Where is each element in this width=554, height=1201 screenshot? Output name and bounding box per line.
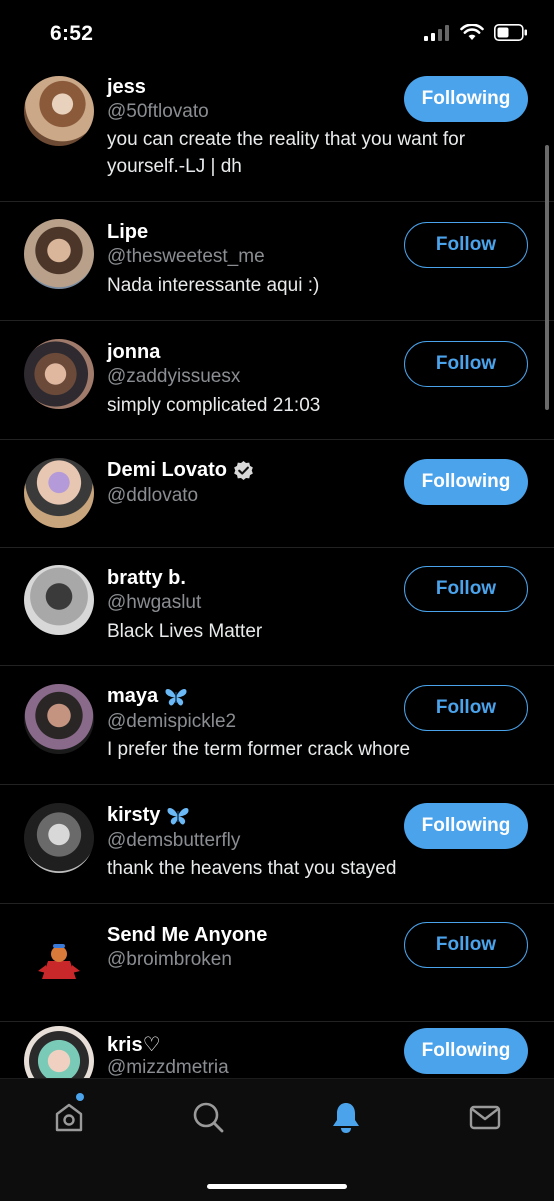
avatar[interactable] (24, 1026, 94, 1078)
list-item[interactable]: kirsty @demsbutterfly thank the heavens … (0, 785, 554, 904)
butterfly-emoji-icon (167, 807, 189, 825)
avatar[interactable] (24, 219, 94, 289)
display-name: jess (107, 76, 146, 98)
follow-button[interactable]: Follow (404, 341, 528, 387)
following-button[interactable]: Following (404, 76, 528, 122)
follow-button[interactable]: Follow (404, 922, 528, 968)
messages-icon (469, 1105, 501, 1130)
tab-search[interactable] (188, 1097, 228, 1137)
display-name: maya (107, 685, 188, 708)
home-notification-dot (76, 1093, 84, 1101)
display-name: jonna (107, 341, 161, 363)
bio: thank the heavens that you stayed (107, 858, 397, 879)
list-item[interactable]: jonna @zaddyissuesx simply complicated 2… (0, 321, 554, 440)
display-name: Send Me Anyone (107, 924, 268, 946)
username: @ddlovato (107, 485, 199, 506)
tab-bar (0, 1078, 554, 1201)
bio: simply complicated 21:03 (107, 395, 321, 416)
avatar[interactable] (24, 565, 94, 635)
home-indicator (207, 1184, 347, 1189)
bio: Black Lives Matter (107, 621, 263, 642)
username: @demsbutterfly (107, 830, 241, 851)
avatar[interactable] (24, 76, 94, 146)
list-item[interactable]: Demi Lovato @ddlovato Following (0, 440, 554, 548)
list-item[interactable]: maya @demispickle2 I prefer the term for… (0, 666, 554, 785)
display-name: Lipe (107, 221, 149, 243)
list-item[interactable]: kris♡ @mizzdmetria Following (0, 1022, 554, 1078)
username: @hwgaslut (107, 592, 202, 613)
avatar[interactable] (24, 684, 94, 754)
username: @broimbroken (107, 949, 232, 970)
list-item[interactable]: bratty b. @hwgaslut Black Lives Matter F… (0, 547, 554, 666)
display-name: bratty b. (107, 567, 186, 589)
status-icons (424, 24, 528, 41)
username: @mizzdmetria (107, 1057, 229, 1078)
username: @zaddyissuesx (107, 366, 241, 387)
display-name: kris♡ (107, 1034, 161, 1056)
scrollbar[interactable] (545, 145, 549, 410)
avatar[interactable] (24, 921, 94, 991)
follow-button[interactable]: Follow (404, 222, 528, 268)
bio: you can create the reality that you want… (107, 129, 466, 177)
avatar[interactable] (24, 339, 94, 409)
username: @demispickle2 (107, 711, 237, 732)
avatar[interactable] (24, 458, 94, 528)
status-bar: 6:52 (0, 0, 554, 66)
display-name: kirsty (107, 804, 190, 827)
display-name: Demi Lovato (107, 459, 254, 482)
avatar-illustration (38, 944, 80, 979)
home-icon (55, 1103, 83, 1132)
wifi-icon (460, 24, 484, 40)
list-item[interactable]: jess @50ftlovato you can create the real… (0, 66, 554, 202)
tab-notifications[interactable] (326, 1097, 366, 1137)
butterfly-emoji-icon (165, 688, 187, 706)
username: @thesweetest_me (107, 246, 265, 267)
username: @50ftlovato (107, 101, 209, 122)
notifications-icon (333, 1103, 359, 1133)
tab-home[interactable] (49, 1097, 89, 1137)
following-button[interactable]: Following (404, 1028, 528, 1074)
list-item[interactable]: Send Me Anyone @broimbroken Follow (0, 904, 554, 1022)
search-icon (193, 1102, 224, 1133)
avatar[interactable] (24, 803, 94, 873)
follow-button[interactable]: Follow (404, 685, 528, 731)
account-list: jess @50ftlovato you can create the real… (0, 66, 554, 1078)
battery-icon (494, 24, 527, 41)
following-button[interactable]: Following (404, 459, 528, 505)
bio: Nada interessante aqui :) (107, 275, 320, 296)
cellular-signal-icon (424, 24, 449, 41)
list-item[interactable]: Lipe @thesweetest_me Nada interessante a… (0, 201, 554, 321)
following-button[interactable]: Following (404, 803, 528, 849)
follow-button[interactable]: Follow (404, 566, 528, 612)
bio: I prefer the term former crack whore (107, 739, 411, 760)
status-time: 6:52 (50, 22, 94, 45)
verified-badge-icon (234, 460, 253, 481)
tab-messages[interactable] (465, 1097, 505, 1137)
